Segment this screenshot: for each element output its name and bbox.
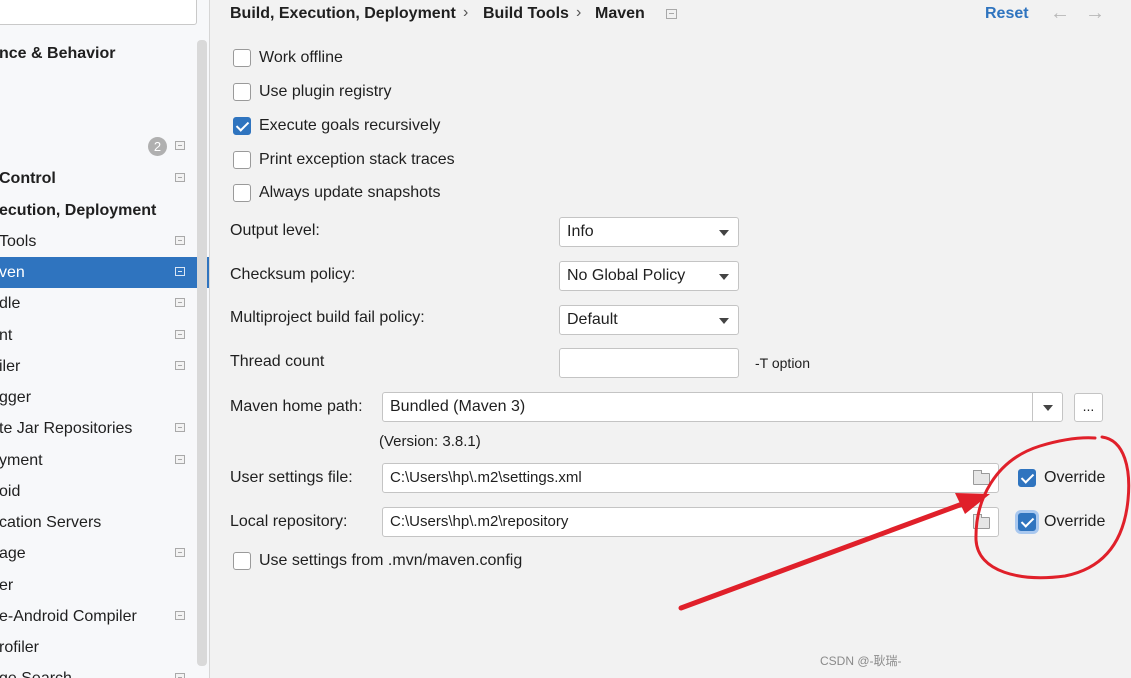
annotation-circle [974, 435, 1131, 580]
annotation-arrow-line [678, 500, 968, 611]
watermark-text: CSDN @-耿瑞- [820, 654, 902, 668]
red-annotation-overlay [678, 435, 1131, 611]
annotation-arrow-head [955, 493, 990, 514]
